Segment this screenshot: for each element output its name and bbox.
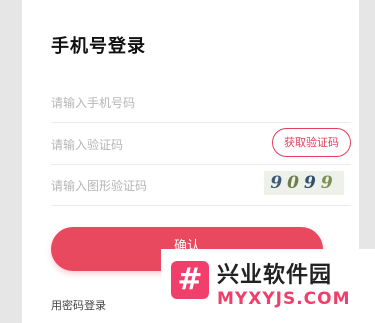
- captcha-digit: 9: [320, 173, 338, 193]
- captcha-digit: 0: [287, 173, 304, 193]
- watermark: # 兴业软件园 MYXYJS.COM: [161, 249, 375, 323]
- watermark-name-cn: 兴业软件园: [217, 263, 333, 288]
- captcha-digit: 9: [304, 173, 321, 193]
- sms-code-field-row: 获取验证码: [51, 124, 351, 165]
- watermark-logo-icon: #: [171, 261, 209, 299]
- page-title: 手机号登录: [51, 36, 146, 57]
- password-login-link[interactable]: 用密码登录: [51, 297, 106, 313]
- sms-code-input[interactable]: [51, 132, 231, 158]
- captcha-field-row: 9 0 9 9: [51, 165, 351, 206]
- watermark-name-en: MYXYJS.COM: [217, 289, 351, 309]
- captcha-image[interactable]: 9 0 9 9: [264, 171, 344, 195]
- get-code-button[interactable]: 获取验证码: [272, 128, 351, 157]
- captcha-input[interactable]: [51, 173, 231, 199]
- phone-input[interactable]: [51, 90, 231, 116]
- phone-field-row: [51, 82, 351, 123]
- captcha-digit: 9: [270, 173, 288, 193]
